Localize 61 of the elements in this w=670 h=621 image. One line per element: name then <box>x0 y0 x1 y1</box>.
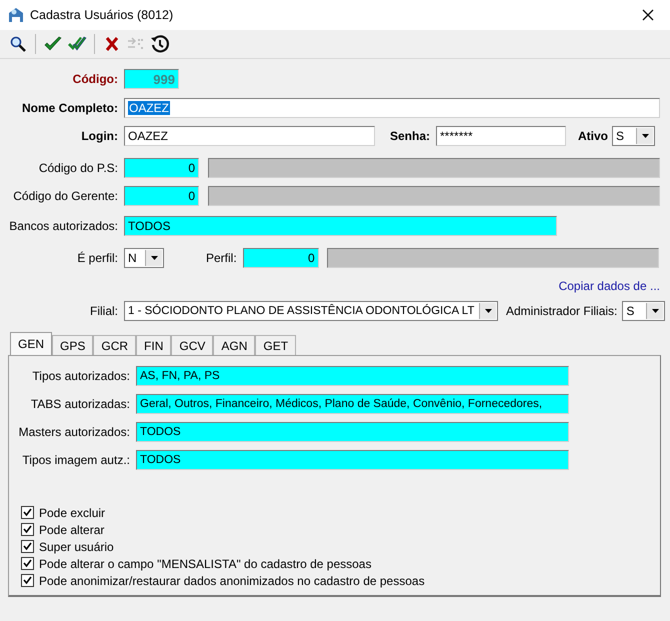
field-label: Login: <box>80 129 118 143</box>
history-icon[interactable] <box>150 34 170 54</box>
field-label: Tipos imagem autz.: <box>21 453 130 467</box>
field-label: Bancos autorizados: <box>8 219 118 233</box>
input-field[interactable]: 0 <box>124 186 199 206</box>
tab[interactable]: FIN <box>136 335 172 355</box>
field-label: TABS autorizadas: <box>30 397 130 411</box>
input-field[interactable]: TODOS <box>124 216 557 236</box>
copy-data-link[interactable]: Copiar dados de ... <box>0 279 660 295</box>
tab[interactable]: GCV <box>171 335 214 355</box>
input-field[interactable]: Geral, Outros, Financeiro, Médicos, Plano de Saúde, Convênio, Fornecedores, <box>136 394 569 414</box>
tab[interactable]: GEN <box>10 332 52 355</box>
tab[interactable]: AGN <box>213 335 256 355</box>
field-label: Masters autorizados: <box>18 425 130 439</box>
field-label: Ativo <box>578 129 608 143</box>
input-field[interactable]: OAZEZ <box>124 98 660 118</box>
input-field[interactable]: 0 <box>242 248 319 268</box>
field-label: É perfil: <box>76 251 118 265</box>
field-label: Código: <box>72 72 118 86</box>
window-title: Cadastra Usuários (8012) <box>30 8 174 22</box>
field-label: Tipos autorizados: <box>31 369 130 383</box>
checkbox-label: Pode alterar <box>39 522 104 536</box>
field-label: Perfil: <box>206 251 237 265</box>
input-field[interactable]: TODOS <box>136 450 569 470</box>
dropdown[interactable]: N <box>124 248 164 268</box>
dropdown[interactable]: S <box>622 301 666 321</box>
checkbox-label: Pode excluir <box>39 506 106 520</box>
tab[interactable]: GET <box>255 335 296 355</box>
input-field[interactable]: 0 <box>124 158 199 178</box>
checkbox[interactable] <box>21 506 34 519</box>
search-icon[interactable] <box>10 36 26 52</box>
caret-icon <box>150 256 158 260</box>
caret-icon <box>652 309 659 313</box>
checkbox[interactable] <box>21 540 34 553</box>
tab[interactable]: GCR <box>93 335 136 355</box>
tab[interactable]: GPS <box>52 335 94 355</box>
input-field[interactable]: AS, FN, PA, PS <box>136 366 569 386</box>
field-label: Filial: <box>88 304 118 318</box>
field-label: Código do Gerente: <box>12 189 118 203</box>
input-field[interactable]: TODOS <box>136 422 569 442</box>
checkbox[interactable] <box>21 574 34 587</box>
caret-icon <box>642 134 649 138</box>
dropdown[interactable]: S <box>612 126 656 146</box>
app-icon <box>8 7 24 23</box>
dropdown[interactable]: 1 - SÓCIODONTO PLANO DE ASSISTÊNCIA ODONTOLÓGICA LT <box>124 301 498 321</box>
double-checkmark-icon[interactable] <box>67 36 87 52</box>
field-label: Senha: <box>390 129 430 143</box>
close-icon[interactable] <box>640 7 656 23</box>
checkbox[interactable] <box>21 523 34 536</box>
checkbox-label: Pode anonimizar/restaurar dados anonimizados no cadastro de pessoas <box>39 574 425 588</box>
checkbox-label: Pode alterar o campo "MENSALISTA" do cadastro de pessoas <box>39 556 372 570</box>
field-label: Código do P.S: <box>38 161 118 175</box>
checkbox-label: Super usuário <box>39 540 114 554</box>
field-label: Administrador Filiais: <box>506 304 618 318</box>
checkmark-icon[interactable] <box>44 36 62 52</box>
checkbox[interactable] <box>21 557 34 570</box>
field-label: Nome Completo: <box>21 101 118 115</box>
password-field[interactable]: ******* <box>436 126 566 146</box>
cross-icon[interactable] <box>105 37 119 51</box>
caret-icon <box>484 309 492 313</box>
input-field[interactable]: OAZEZ <box>124 126 375 146</box>
